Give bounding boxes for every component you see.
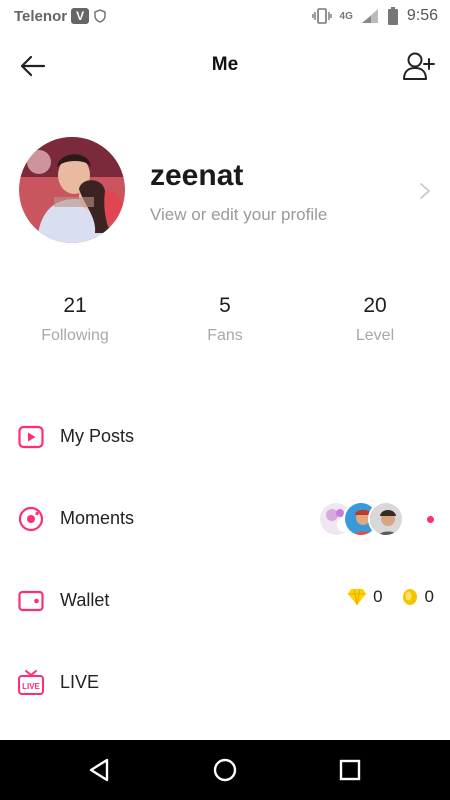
- avatar[interactable]: [19, 137, 125, 243]
- carrier: Telenor V: [14, 8, 107, 25]
- stat-fans[interactable]: 5 Fans: [150, 294, 300, 354]
- status-time: 9:56: [406, 7, 438, 24]
- stat-label: Level: [355, 327, 395, 344]
- menu-item-moments[interactable]: Moments: [0, 489, 450, 549]
- moments-icon: [18, 506, 44, 532]
- stats-row: 21 Following 5 Fans 20 Level: [0, 294, 450, 354]
- chevron-right-icon: [420, 183, 430, 199]
- vibrate-icon: [311, 8, 332, 24]
- play-square-icon: [18, 425, 44, 449]
- carrier-badge: V: [71, 8, 90, 24]
- menu-item-wallet[interactable]: Wallet 0 0: [0, 571, 450, 631]
- moment-avatar: [368, 501, 404, 537]
- status-bar: Telenor V 4G 9:56: [0, 0, 450, 32]
- network-type: 4G: [339, 10, 353, 22]
- svg-text:LIVE: LIVE: [22, 682, 40, 691]
- coin-balance: 0: [401, 587, 434, 607]
- wallet-balances: 0 0: [347, 587, 434, 607]
- stat-value: 5: [219, 294, 231, 317]
- menu-item-live[interactable]: LIVE LIVE: [0, 653, 450, 713]
- stat-value: 21: [63, 294, 87, 317]
- live-tv-icon: LIVE: [18, 670, 44, 695]
- avatar-photo: [19, 137, 125, 243]
- diamond-icon: [348, 588, 367, 606]
- wallet-icon: [18, 590, 44, 612]
- stat-following[interactable]: 21 Following: [0, 294, 150, 354]
- nav-back-icon[interactable]: [85, 755, 115, 785]
- stat-level[interactable]: 20 Level: [300, 294, 450, 354]
- stat-value: 20: [363, 294, 387, 317]
- menu-label: Moments: [60, 508, 135, 528]
- battery-icon: [387, 7, 398, 25]
- profile-subtitle: View or edit your profile: [150, 205, 328, 224]
- diamond-balance: 0: [347, 587, 383, 607]
- nav-home-icon[interactable]: [210, 755, 240, 785]
- system-nav-bar: [0, 740, 450, 800]
- signal-icon: [361, 9, 378, 23]
- stat-label: Fans: [207, 327, 243, 344]
- notification-dot: [427, 516, 434, 523]
- coin-icon: [402, 589, 417, 605]
- diamond-count: 0: [373, 587, 383, 606]
- shield-icon: [94, 9, 106, 23]
- menu-item-my-posts[interactable]: My Posts: [0, 407, 450, 467]
- page-title: Me: [211, 54, 239, 75]
- status-icons: 4G 9:56: [311, 7, 438, 25]
- menu-label: My Posts: [60, 426, 135, 446]
- profile-card[interactable]: zeenat View or edit your profile: [0, 137, 450, 245]
- carrier-name: Telenor: [14, 7, 68, 25]
- stat-label: Following: [41, 327, 109, 344]
- moments-avatar-stack: [318, 501, 404, 537]
- profile-name: zeenat: [150, 159, 244, 192]
- nav-recents-icon[interactable]: [335, 755, 365, 785]
- coin-count: 0: [424, 587, 434, 606]
- menu-label: Wallet: [60, 590, 110, 610]
- menu-label: LIVE: [60, 672, 100, 692]
- header: Me: [0, 40, 450, 92]
- add-user-icon: [403, 52, 435, 80]
- add-friend-button[interactable]: [402, 50, 436, 82]
